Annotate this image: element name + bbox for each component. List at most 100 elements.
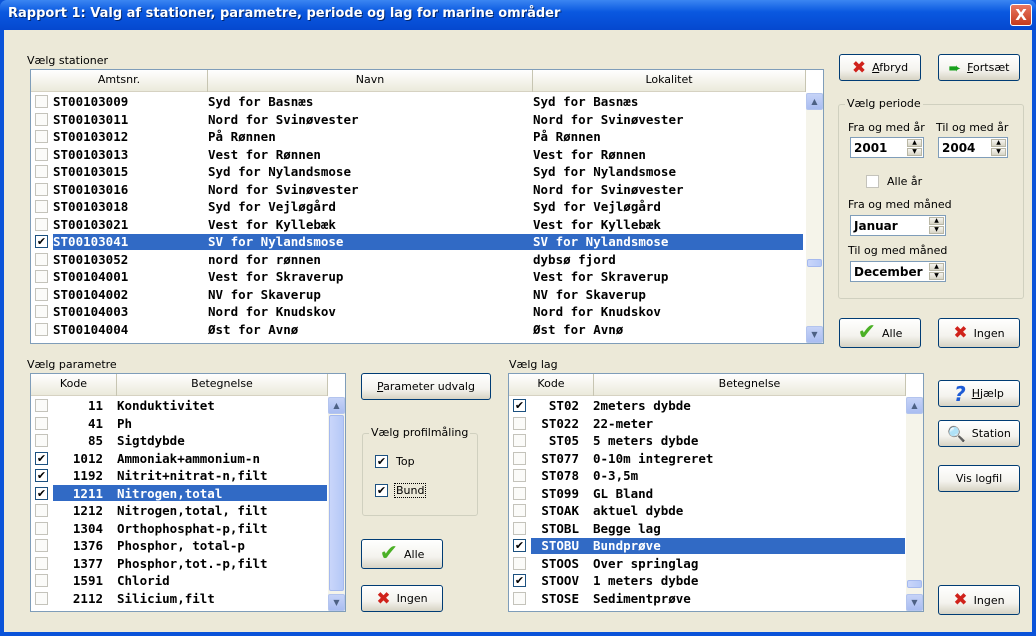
- list-item[interactable]: ST099 GL Bland: [509, 485, 905, 503]
- row-checkbox[interactable]: [35, 322, 48, 336]
- row-checkbox[interactable]: [35, 504, 48, 518]
- station-button[interactable]: 🔍 Station: [938, 420, 1020, 447]
- list-item[interactable]: 1212 Nitrogen,total, filt: [31, 502, 327, 520]
- row-checkbox[interactable]: [513, 469, 526, 483]
- list-item[interactable]: 2112 Silicium,filt: [31, 590, 327, 608]
- top-checkbox[interactable]: ✔: [375, 455, 388, 468]
- vis-logfil-button[interactable]: Vis logfil: [938, 465, 1020, 492]
- fortsaet-button[interactable]: ➨ Fortsæt: [938, 54, 1020, 81]
- list-item[interactable]: ✔ ST00103041 SV for Nylandsmose SV for Nyla…: [31, 233, 803, 251]
- row-checkbox[interactable]: [35, 305, 48, 319]
- row-checkbox[interactable]: [35, 147, 48, 161]
- row-checkbox[interactable]: [513, 591, 526, 605]
- spin-down-icon[interactable]: ▼: [907, 148, 922, 156]
- close-button[interactable]: X: [1010, 4, 1032, 26]
- row-checkbox[interactable]: [35, 556, 48, 570]
- list-item[interactable]: ST00103015 Syd for Nylandsmose Syd for Nyl…: [31, 163, 803, 181]
- row-checkbox[interactable]: ✔: [35, 486, 48, 500]
- stations-listview[interactable]: Amtsnr. Navn Lokalitet ST00103009 Syd for…: [30, 69, 824, 344]
- list-item[interactable]: STOAK aktuel dybde: [509, 502, 905, 520]
- list-item[interactable]: ST00103012 På Rønnen På Rønnen: [31, 128, 803, 146]
- list-item[interactable]: 1377 Phosphor,tot.-p,filt: [31, 555, 327, 573]
- scroll-down-icon[interactable]: ▼: [328, 594, 345, 611]
- parameters-scrollbar[interactable]: ▲ ▼: [328, 397, 345, 611]
- row-checkbox[interactable]: [513, 556, 526, 570]
- stations-scrollbar[interactable]: ▲ ▼: [806, 93, 823, 343]
- parameters-ingen-button[interactable]: ✖ Ingen: [361, 585, 443, 612]
- row-checkbox[interactable]: [35, 95, 48, 109]
- row-checkbox[interactable]: [513, 521, 526, 535]
- list-item[interactable]: ST00104003 Nord for Knudskov Nord for Knud…: [31, 303, 803, 321]
- row-checkbox[interactable]: [35, 200, 48, 214]
- spin-up-icon[interactable]: ▲: [991, 139, 1006, 147]
- list-item[interactable]: ST00104002 NV for Skaverup NV for Skaverup: [31, 286, 803, 304]
- row-checkbox[interactable]: [35, 434, 48, 448]
- row-checkbox[interactable]: [513, 451, 526, 465]
- list-item[interactable]: ✔ 1192 Nitrit+nitrat-n,filt: [31, 467, 327, 485]
- column-betegnelse[interactable]: Betegnelse: [594, 374, 906, 396]
- row-checkbox[interactable]: ✔: [513, 539, 526, 553]
- column-kode[interactable]: Kode: [31, 374, 117, 396]
- scroll-up-icon[interactable]: ▲: [806, 93, 823, 110]
- row-checkbox[interactable]: [35, 130, 48, 144]
- row-checkbox[interactable]: [35, 252, 48, 266]
- layers-scrollbar[interactable]: ▲ ▼: [906, 397, 923, 611]
- spin-up-icon[interactable]: ▲: [907, 139, 922, 147]
- list-item[interactable]: 1591 Chlorid: [31, 572, 327, 590]
- parameters-listview[interactable]: Kode Betegnelse 11 Konduktivitet 41 Ph 85 Sig…: [30, 373, 346, 612]
- scroll-thumb[interactable]: [807, 259, 822, 267]
- row-checkbox[interactable]: ✔: [35, 451, 48, 465]
- row-checkbox[interactable]: [35, 416, 48, 430]
- spin-up-icon[interactable]: ▲: [929, 217, 944, 225]
- parameter-udvalg-button[interactable]: Parameter udvalg: [361, 373, 491, 400]
- row-checkbox[interactable]: [513, 504, 526, 518]
- stations-ingen-button[interactable]: ✖ Ingen: [938, 318, 1020, 348]
- row-checkbox[interactable]: [513, 434, 526, 448]
- afbryd-button[interactable]: ✖ Afbryd: [839, 54, 921, 81]
- row-checkbox[interactable]: [35, 287, 48, 301]
- list-item[interactable]: 11 Konduktivitet: [31, 397, 327, 415]
- row-checkbox[interactable]: [35, 539, 48, 553]
- list-item[interactable]: ST078 0-3,5m: [509, 467, 905, 485]
- column-amtsnr[interactable]: Amtsnr.: [31, 70, 208, 92]
- layers-ingen-button[interactable]: ✖ Ingen: [938, 585, 1020, 615]
- parameters-alle-button[interactable]: ✔ Alle: [361, 539, 443, 569]
- list-item[interactable]: STOBL Begge lag: [509, 520, 905, 538]
- list-item[interactable]: ST00103011 Nord for Svinøvester Nord for S…: [31, 111, 803, 129]
- list-item[interactable]: ✔ STOOV 1 meters dybde: [509, 572, 905, 590]
- fra-aar-spinner[interactable]: 2001 ▲ ▼: [850, 137, 924, 158]
- spin-down-icon[interactable]: ▼: [991, 148, 1006, 156]
- row-checkbox[interactable]: [35, 521, 48, 535]
- list-item[interactable]: 1304 Orthophosphat-p,filt: [31, 520, 327, 538]
- scroll-thumb[interactable]: [907, 580, 922, 588]
- column-betegnelse[interactable]: Betegnelse: [117, 374, 328, 396]
- fra-maaned-spinner[interactable]: Januar ▲ ▼: [850, 215, 946, 236]
- stations-alle-button[interactable]: ✔ Alle: [839, 318, 921, 348]
- scroll-thumb[interactable]: [329, 415, 344, 591]
- list-item[interactable]: 41 Ph: [31, 415, 327, 433]
- row-checkbox[interactable]: [35, 270, 48, 284]
- row-checkbox[interactable]: ✔: [35, 235, 48, 249]
- row-checkbox[interactable]: [35, 112, 48, 126]
- list-item[interactable]: ST00103052 nord for rønnen dybsø fjord: [31, 251, 803, 269]
- spin-down-icon[interactable]: ▼: [929, 272, 944, 280]
- row-checkbox[interactable]: [35, 165, 48, 179]
- list-item[interactable]: ST00104004 Øst for Avnø Øst for Avnø: [31, 321, 803, 339]
- spin-up-icon[interactable]: ▲: [929, 263, 944, 271]
- bund-checkbox[interactable]: ✔: [375, 484, 388, 497]
- hjaelp-button[interactable]: ? Hjælp: [938, 380, 1020, 407]
- column-lokalitet[interactable]: Lokalitet: [533, 70, 806, 92]
- scroll-up-icon[interactable]: ▲: [328, 397, 345, 414]
- row-checkbox[interactable]: [35, 399, 48, 413]
- scroll-up-icon[interactable]: ▲: [906, 397, 923, 414]
- til-aar-spinner[interactable]: 2004 ▲ ▼: [938, 137, 1008, 158]
- row-checkbox[interactable]: ✔: [513, 399, 526, 413]
- list-item[interactable]: ST05 5 meters dybde: [509, 432, 905, 450]
- column-navn[interactable]: Navn: [208, 70, 533, 92]
- list-item[interactable]: STOOS Over springlag: [509, 555, 905, 573]
- row-checkbox[interactable]: ✔: [35, 469, 48, 483]
- scroll-down-icon[interactable]: ▼: [806, 326, 823, 343]
- row-checkbox[interactable]: [35, 217, 48, 231]
- title-bar[interactable]: Rapport 1: Valg af stationer, parametre,…: [0, 0, 1036, 30]
- list-item[interactable]: ST00103021 Vest for Kyllebæk Vest for Kyll…: [31, 216, 803, 234]
